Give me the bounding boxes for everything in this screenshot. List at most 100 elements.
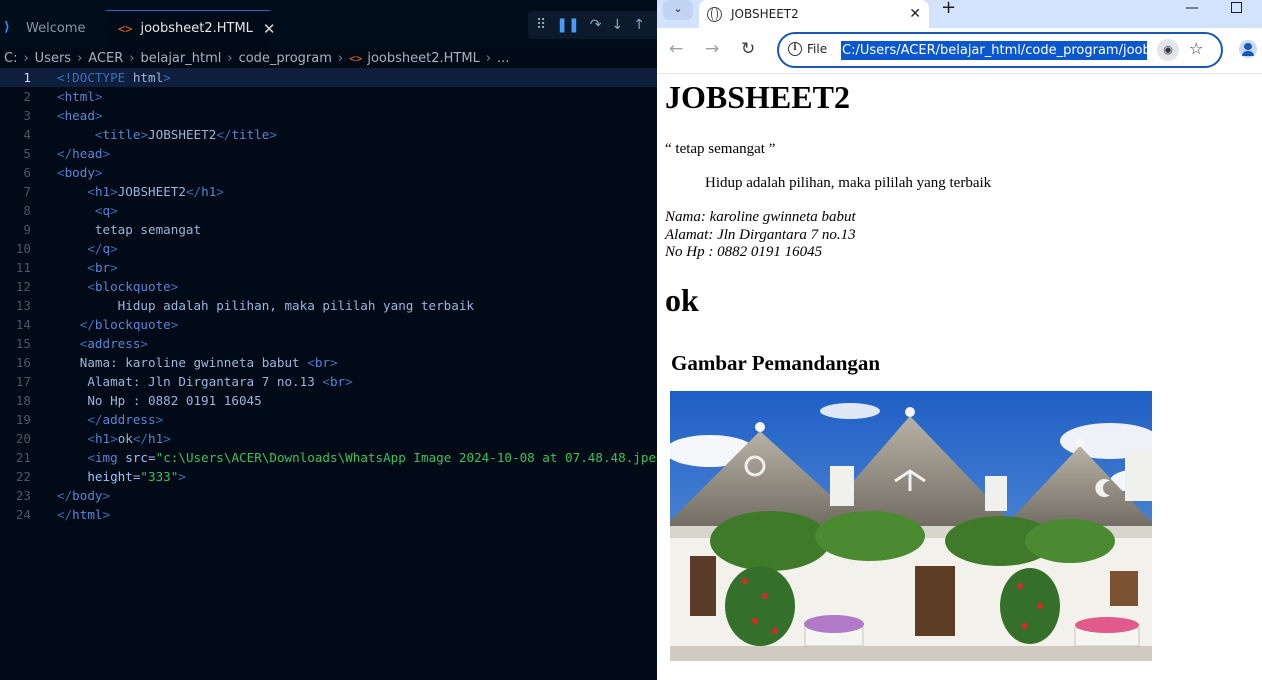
tab-welcome[interactable]: ⟩ Welcome (0, 10, 106, 46)
code-line[interactable]: 24 </html> (0, 505, 657, 524)
breadcrumb-item[interactable]: joobsheet2.HTML (367, 51, 479, 66)
code-token: </ (216, 127, 232, 142)
pause-icon[interactable]: ❚❚ (556, 17, 579, 33)
code-line[interactable]: 21 <img src="c:\Users\ACER\Downloads\Wha… (0, 448, 657, 467)
code-token: q (102, 241, 111, 256)
code-token: </ (87, 412, 103, 427)
code-line[interactable]: 8 <q> (0, 201, 657, 220)
maximize-icon[interactable] (1231, 2, 1242, 13)
code-line[interactable]: 22 height="333"> (0, 467, 657, 486)
code-line[interactable]: 7 <h1>JOBSHEET2</h1> (0, 182, 657, 201)
close-tab-icon[interactable]: ✕ (909, 6, 921, 22)
code-line[interactable]: 16 Nama: karoline gwinneta babut <br> (0, 353, 657, 372)
code-token: > (170, 317, 179, 332)
lens-icon[interactable]: ◉ (1157, 39, 1179, 61)
code-token: > (163, 431, 171, 446)
line-number: 2 (23, 89, 31, 104)
code-line[interactable]: 3 <head> (0, 106, 657, 125)
code-line[interactable]: 20 <h1>ok</h1> (0, 429, 657, 448)
code-text: Alamat: Jln Dirgantara 7 no.13 <br> (57, 372, 352, 391)
web-page: JOBSHEET2 “ tetap semangat ” Hidup adala… (657, 75, 1262, 680)
step-out-icon[interactable]: ↑ (633, 17, 645, 33)
info-icon[interactable]: i (788, 42, 802, 56)
line-number: 11 (15, 260, 31, 275)
code-token: > (170, 279, 179, 294)
code-token: > (110, 260, 118, 275)
code-token: "c:\Users\ACER\Downloads\WhatsApp Image … (155, 450, 657, 465)
reload-icon[interactable]: ↻ (741, 40, 755, 58)
browser-tab[interactable]: JOBSHEET2 ✕ (699, 0, 929, 28)
new-tab-icon[interactable]: + (941, 0, 956, 17)
breadcrumb-item[interactable]: belajar_html (140, 51, 221, 66)
code-line[interactable]: 9 tetap semangat (0, 220, 657, 239)
code-line[interactable]: 2 <html> (0, 87, 657, 106)
code-token: < (94, 203, 103, 218)
step-over-icon[interactable]: ↷ (590, 17, 602, 33)
code-token: br (329, 374, 346, 389)
breadcrumb-item[interactable]: ... (497, 51, 509, 66)
address-phone: No Hp : 0882 0191 16045 (665, 244, 823, 260)
code-token: > (178, 469, 186, 484)
code-line[interactable]: 12 <blockquote> (0, 277, 657, 296)
code-text: <!DOCTYPE html> (57, 68, 171, 87)
profile-icon[interactable] (1239, 40, 1257, 58)
back-icon[interactable]: ← (669, 40, 683, 58)
browser-window: ⌄ JOBSHEET2 ✕ + — ← → ↻ i File C:/Users/… (657, 0, 1262, 680)
code-text: </q> (57, 239, 117, 258)
drag-handle-icon[interactable]: ⠿ (536, 17, 546, 33)
code-token: < (307, 355, 315, 370)
code-line[interactable]: 4 <title>JOBSHEET2</title> (0, 125, 657, 144)
breadcrumb-item[interactable]: C: (4, 51, 17, 66)
code-token: </ (57, 146, 73, 161)
code-line[interactable]: 14 </blockquote> (0, 315, 657, 334)
code-token: JOBSHEET2 (117, 184, 186, 199)
code-line[interactable]: 23 </body> (0, 486, 657, 505)
breadcrumb-item[interactable]: code_program (239, 51, 332, 66)
line-number: 13 (15, 298, 31, 313)
tab-label: joobsheet2.HTML (140, 21, 253, 36)
code-line[interactable]: 17 Alamat: Jln Dirgantara 7 no.13 <br> (0, 372, 657, 391)
close-icon[interactable]: ✕ (263, 20, 276, 38)
code-token: > (216, 184, 224, 199)
code-token: > (94, 108, 103, 123)
code-line[interactable]: 11 <br> (0, 258, 657, 277)
code-line[interactable]: 15 <address> (0, 334, 657, 353)
breadcrumb-separator: › (77, 50, 83, 66)
url-text[interactable]: C:/Users/ACER/belajar_html/code_program/… (841, 41, 1147, 60)
minimize-icon[interactable]: — (1185, 0, 1199, 16)
code-token: </ (132, 431, 149, 446)
browser-toolbar: ← → ↻ i File C:/Users/ACER/belajar_html/… (657, 28, 1262, 74)
tab-search-button[interactable]: ⌄ (663, 0, 693, 20)
code-token: > (110, 431, 118, 446)
code-text: <h1>JOBSHEET2</h1> (57, 182, 224, 201)
code-area[interactable]: 1 <!DOCTYPE html> 2 <html> 3 <head> 4 <title>J… (0, 68, 657, 524)
code-token: < (57, 108, 65, 123)
code-line[interactable]: 5 </head> (0, 144, 657, 163)
star-icon[interactable]: ☆ (1189, 40, 1203, 58)
line-number: 21 (15, 450, 31, 465)
code-text: <body> (57, 163, 103, 182)
step-into-icon[interactable]: ↓ (611, 17, 623, 33)
breadcrumb-item[interactable]: ACER (88, 51, 123, 66)
code-token: Hidup adalah pilihan, maka pililah yang … (57, 298, 475, 313)
line-number: 20 (15, 431, 31, 446)
breadcrumb-item[interactable]: Users (35, 51, 71, 66)
code-line[interactable]: 10 </q> (0, 239, 657, 258)
code-token: < (94, 127, 103, 142)
code-line[interactable]: 6 <body> (0, 163, 657, 182)
code-token: Alamat: Jln Dirgantara 7 no.13 (57, 374, 323, 389)
code-line[interactable]: 13 Hidup adalah pilihan, maka pililah ya… (0, 296, 657, 315)
code-token: = (148, 450, 156, 465)
tab-joobsheet2[interactable]: <> joobsheet2.HTML ✕ (106, 10, 276, 46)
line-number: 1 (23, 70, 31, 85)
code-line[interactable]: 19 </address> (0, 410, 657, 429)
forward-icon[interactable]: → (705, 40, 719, 58)
code-text: <head> (57, 106, 103, 125)
code-line[interactable]: 18 No Hp : 0882 0191 16045 (0, 391, 657, 410)
address-bar[interactable]: i File C:/Users/ACER/belajar_html/code_p… (777, 32, 1223, 68)
code-line[interactable]: 1 <!DOCTYPE html> (0, 68, 657, 87)
